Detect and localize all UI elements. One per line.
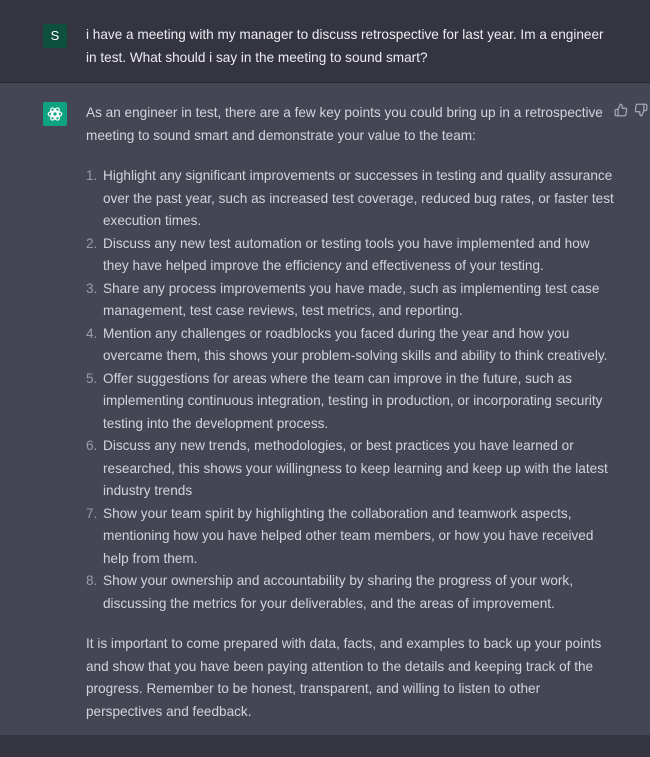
user-message: S i have a meeting with my manager to di… (0, 0, 650, 83)
assistant-message: As an engineer in test, there are a few … (0, 83, 650, 735)
list-item: 1. Highlight any significant improvements… (86, 165, 616, 233)
list-item-text: Discuss any new test automation or testi… (103, 235, 590, 274)
list-item: 4. Mention any challenges or roadblocks y… (86, 323, 616, 368)
suggestion-list: 1. Highlight any significant improvements… (86, 165, 616, 615)
list-item: 2. Discuss any new test automation or tes… (86, 233, 616, 278)
user-message-text: i have a meeting with my manager to disc… (86, 27, 604, 65)
list-item: 5. Offer suggestions for areas where the … (86, 368, 616, 436)
openai-logo-icon (43, 102, 67, 126)
thumbs-up-icon[interactable] (614, 103, 630, 119)
assistant-message-body: As an engineer in test, there are a few … (86, 102, 616, 723)
chat-page: S i have a meeting with my manager to di… (0, 0, 650, 757)
thumbs-down-icon[interactable] (634, 103, 650, 119)
list-item-text: Mention any challenges or roadblocks you… (103, 325, 608, 364)
list-item: 6. Discuss any new trends, methodologies,… (86, 435, 616, 503)
list-number: 5. (86, 370, 98, 386)
list-item-text: Share any process improvements you have … (103, 280, 600, 319)
list-item: 8. Show your ownership and accountability… (86, 570, 616, 615)
list-number: 8. (86, 573, 98, 588)
list-item: 3. Share any process improvements you hav… (86, 278, 616, 323)
list-number: 1. (86, 168, 98, 183)
list-item-text: Show your team spirit by highlighting th… (103, 505, 594, 566)
outro-paragraph: It is important to come prepared with da… (86, 636, 602, 719)
list-number: 3. (86, 280, 98, 296)
list-item-text: Highlight any significant improvements o… (103, 168, 614, 228)
list-number: 4. (86, 325, 98, 341)
list-item-text: Discuss any new trends, methodologies, o… (103, 438, 608, 498)
list-number: 2. (86, 235, 98, 251)
list-item-text: Show your ownership and accountability b… (103, 573, 573, 611)
intro-paragraph: As an engineer in test, there are a few … (86, 105, 603, 143)
list-item-text: Offer suggestions for areas where the te… (103, 370, 603, 431)
list-number: 6. (86, 438, 98, 453)
bottom-area (0, 735, 650, 757)
list-item: 7. Show your team spirit by highlighting … (86, 503, 616, 571)
list-number: 7. (86, 505, 98, 521)
avatar: S (43, 24, 67, 48)
feedback-buttons (614, 103, 650, 121)
